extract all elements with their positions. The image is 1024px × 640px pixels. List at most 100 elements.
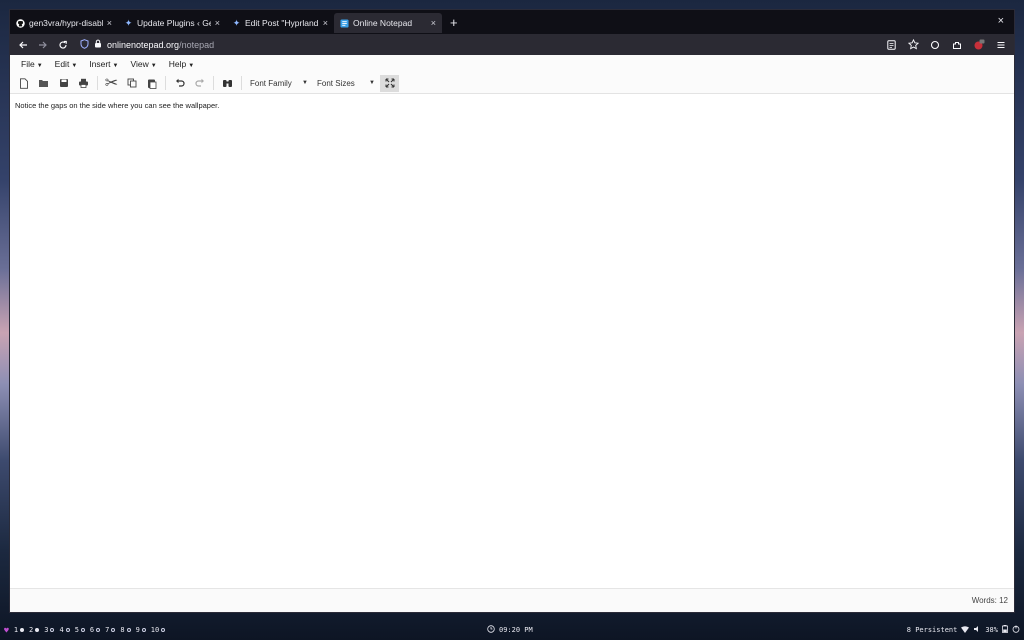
tab-title: Edit Post "Hyprland 0.52.1 [245, 18, 319, 28]
tab-title: Online Notepad [353, 18, 413, 28]
find-binoculars-icon[interactable] [218, 75, 237, 92]
lock-icon[interactable] [94, 39, 102, 50]
tab-close-icon[interactable]: × [215, 18, 220, 28]
workspace-1[interactable]: 1 [13, 626, 25, 634]
clock-time: 09:20 PM [499, 626, 533, 634]
open-folder-icon[interactable] [34, 75, 53, 92]
url-path: /notepad [179, 39, 215, 50]
tab-close-icon[interactable]: × [107, 18, 112, 28]
volume-icon[interactable] [973, 625, 981, 635]
reload-icon[interactable] [54, 36, 72, 54]
menu-file[interactable]: File ▼ [15, 59, 49, 69]
save-icon[interactable] [54, 75, 73, 92]
system-bar: ♥ 1 2 3 4 5 6 7 8 9 10 09:20 PM 8 Persis… [0, 620, 1024, 640]
menu-insert[interactable]: Insert ▼ [83, 59, 124, 69]
paste-icon[interactable] [142, 75, 161, 92]
workspace-number: 9 [135, 626, 140, 634]
reader-view-icon[interactable] [882, 36, 900, 54]
caret-down-icon: ▼ [302, 80, 308, 86]
editor-text: Notice the gaps on the side where you ca… [15, 101, 220, 110]
extension-badge-icon[interactable] [970, 36, 988, 54]
account-circle-icon[interactable] [926, 36, 944, 54]
wallpaper-left-gap [0, 0, 10, 640]
tab-edit-post[interactable]: ✦ Edit Post "Hyprland 0.52.1 × [226, 13, 334, 33]
tab-github[interactable]: gen3vra/hypr-disable-touch × [10, 13, 118, 33]
workspace-5[interactable]: 5 [75, 626, 85, 634]
workspace-dot [161, 628, 166, 632]
workspace-4[interactable]: 4 [59, 626, 70, 634]
back-arrow-icon[interactable] [14, 36, 32, 54]
workspace-9[interactable]: 9 [136, 626, 146, 634]
redo-icon[interactable] [190, 75, 209, 92]
workspace-7[interactable]: 7 [105, 626, 116, 634]
workspace-dot [65, 628, 70, 632]
undo-icon[interactable] [170, 75, 189, 92]
workspace-3[interactable]: 3 [44, 626, 55, 634]
workspace-dot [20, 628, 25, 632]
cut-scissors-icon[interactable]: ✂ [102, 75, 121, 92]
workspace-8[interactable]: 8 [120, 626, 131, 634]
workspace-dot [35, 628, 40, 632]
caret-down-icon: ▼ [150, 63, 157, 69]
tab-update-plugins[interactable]: ✦ Update Plugins ‹ Gen's Blog × [118, 13, 226, 33]
workspace-dot [126, 628, 131, 632]
menu-view[interactable]: View ▼ [124, 59, 162, 69]
font-family-select[interactable]: Font Family ▼ [246, 75, 312, 91]
workspace-number: 8 [120, 626, 125, 634]
workspace-number: 1 [13, 626, 19, 634]
wallpaper-right-gap [1014, 0, 1024, 640]
menu-label: File [21, 59, 35, 69]
workspace-number: 6 [89, 626, 95, 634]
fullscreen-icon[interactable] [380, 74, 399, 92]
font-sizes-label: Font Sizes [317, 78, 355, 88]
menu-edit[interactable]: Edit ▼ [49, 59, 84, 69]
power-icon[interactable] [1012, 625, 1020, 635]
workspace-6[interactable]: 6 [89, 626, 101, 634]
workspace-number: 2 [29, 626, 34, 634]
tab-close-icon[interactable]: × [431, 18, 436, 28]
battery-percent: 38% [985, 626, 998, 634]
battery-icon [1002, 625, 1008, 635]
menu-help[interactable]: Help ▼ [163, 59, 200, 69]
workspace-number: 10 [150, 626, 160, 634]
workspace-10[interactable]: 10 [150, 626, 166, 634]
copy-icon[interactable] [122, 75, 141, 92]
new-tab-button[interactable]: + [442, 15, 466, 30]
tab-close-icon[interactable]: × [323, 18, 328, 28]
font-family-label: Font Family [250, 78, 292, 88]
extensions-puzzle-icon[interactable] [948, 36, 966, 54]
workspace-dot [111, 628, 116, 632]
clock[interactable]: 09:20 PM [487, 625, 533, 635]
print-icon[interactable] [74, 75, 93, 92]
caret-down-icon: ▼ [71, 63, 78, 69]
clock-icon [487, 625, 495, 635]
toolbar-divider [241, 76, 242, 90]
github-icon [16, 18, 25, 28]
tab-title: Update Plugins ‹ Gen's Blog [137, 18, 211, 28]
workspace-2[interactable]: 2 [29, 626, 40, 634]
menu-label: View [130, 59, 149, 69]
address-bar[interactable]: onlinenotepad.org/notepad [74, 36, 880, 53]
wifi-icon[interactable] [961, 625, 970, 635]
persistent-label: 8 Persistent [906, 626, 958, 634]
shield-icon[interactable] [80, 38, 89, 51]
workspace-number: 7 [105, 626, 110, 634]
app-menu-bar: File ▼ Edit ▼ Insert ▼ View ▼ Help ▼ [10, 55, 1014, 73]
url-host: onlinenotepad.org [107, 39, 180, 50]
tab-online-notepad[interactable]: Online Notepad × [334, 13, 442, 33]
forward-arrow-icon[interactable] [34, 36, 52, 54]
workspace-list: ♥ 1 2 3 4 5 6 7 8 9 10 [0, 626, 166, 635]
workspace-dot [96, 628, 101, 632]
nav-right-icons [882, 36, 1010, 54]
font-sizes-select[interactable]: Font Sizes ▼ [313, 75, 379, 91]
window-close-button[interactable]: × [998, 15, 1004, 27]
bookmark-star-icon[interactable] [904, 36, 922, 54]
notepad-icon [340, 18, 349, 28]
new-document-icon[interactable] [14, 75, 33, 92]
workspace-number: 4 [59, 626, 64, 634]
hamburger-menu-icon[interactable] [992, 36, 1010, 54]
workspace-dot [141, 628, 146, 632]
editor-area[interactable]: Notice the gaps on the side where you ca… [10, 94, 1014, 589]
tab-strip: gen3vra/hypr-disable-touch × ✦ Update Pl… [10, 10, 1014, 34]
browser-window: gen3vra/hypr-disable-touch × ✦ Update Pl… [10, 10, 1014, 612]
